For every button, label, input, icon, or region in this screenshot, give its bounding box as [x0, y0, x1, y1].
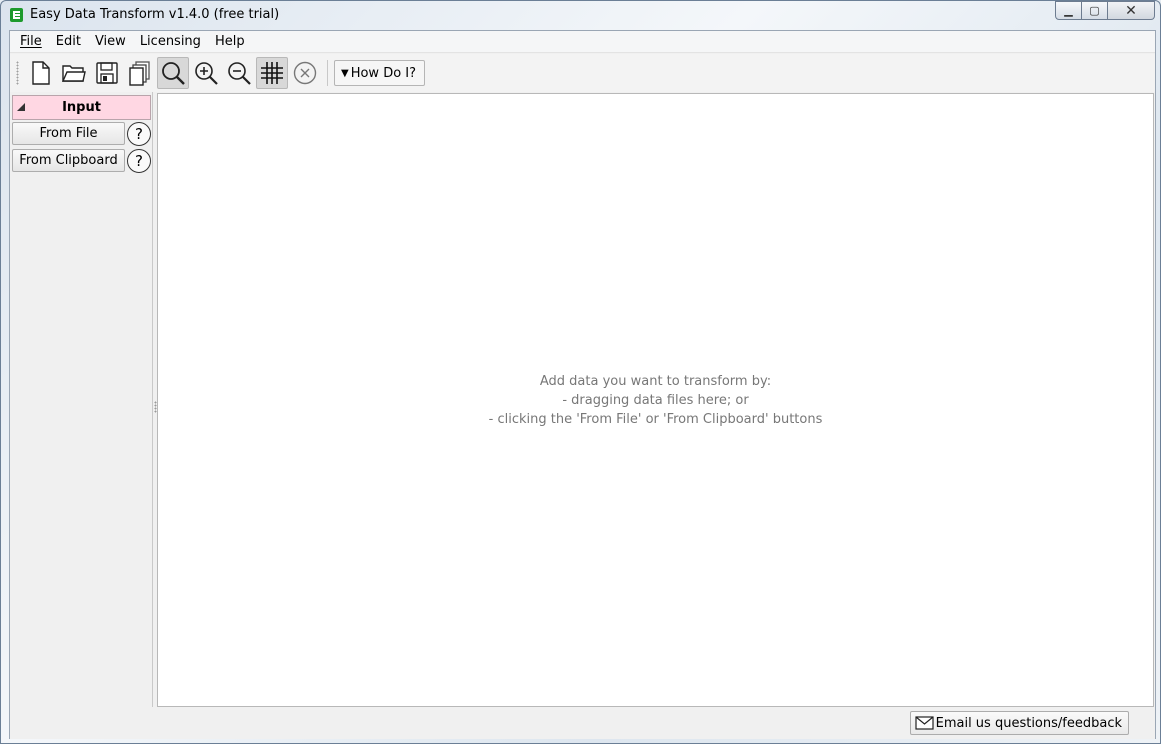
zoom-fit-icon: [162, 62, 185, 85]
save-button[interactable]: [91, 57, 123, 89]
title-bar[interactable]: Easy Data Transform v1.4.0 (free trial) …: [1, 1, 1160, 29]
close-button[interactable]: ✕: [1108, 1, 1155, 20]
from-clipboard-button[interactable]: From Clipboard: [12, 149, 125, 172]
input-section-label: Input: [62, 100, 101, 115]
hint-line: Add data you want to transform by:: [539, 374, 772, 389]
maximize-button[interactable]: ▢: [1082, 1, 1108, 20]
client-area: File Edit View Licensing Help ▼ How Do I…: [9, 30, 1156, 739]
menu-bar: File Edit View Licensing Help: [10, 31, 1155, 53]
menu-help[interactable]: Help: [215, 34, 245, 49]
maximize-icon: ▢: [1089, 4, 1100, 17]
duplicate-icon: [129, 61, 150, 86]
email-feedback-label: Email us questions/feedback: [935, 715, 1122, 731]
window-title: Easy Data Transform v1.4.0 (free trial): [30, 7, 280, 22]
clear-icon: [293, 61, 317, 85]
save-icon: [96, 62, 118, 84]
zoom-in-icon: [195, 62, 218, 85]
app-window: Easy Data Transform v1.4.0 (free trial) …: [0, 0, 1161, 744]
zoom-fit-button[interactable]: [157, 57, 189, 89]
from-clipboard-help-icon[interactable]: ?: [127, 149, 151, 173]
app-logo-icon: [10, 8, 23, 22]
hint-line: - dragging data files here; or: [562, 393, 749, 408]
how-do-i-button[interactable]: ▼ How Do I?: [334, 60, 426, 86]
canvas-hint: Add data you want to transform by: - dra…: [158, 372, 1153, 429]
toolbar-separator: [327, 60, 328, 86]
dropdown-arrow-icon: ▼: [341, 67, 349, 79]
grid-button[interactable]: [256, 57, 288, 89]
input-panel: Input From File ? From Clipboard ?: [10, 92, 153, 707]
mail-icon: [915, 716, 934, 730]
window-controls: ▁ ▢ ✕: [1055, 1, 1155, 20]
collapse-triangle-icon[interactable]: [17, 103, 25, 111]
input-section-header[interactable]: Input: [12, 95, 151, 120]
menu-licensing[interactable]: Licensing: [140, 34, 201, 49]
toolbar-grip[interactable]: [16, 61, 19, 85]
open-folder-icon: [61, 65, 86, 82]
new-button[interactable]: [25, 57, 57, 89]
grid-icon: [261, 62, 283, 84]
minimize-icon: ▁: [1064, 4, 1073, 17]
status-bar: Email us questions/feedback: [10, 708, 1155, 739]
hint-line: - clicking the 'From File' or 'From Clip…: [488, 412, 823, 427]
menu-edit[interactable]: Edit: [56, 34, 81, 49]
close-icon: ✕: [1125, 2, 1137, 19]
zoom-in-button[interactable]: [190, 57, 222, 89]
zoom-out-icon: [228, 62, 251, 85]
how-do-i-label: How Do I?: [350, 65, 417, 81]
menu-file[interactable]: File: [20, 34, 42, 49]
from-file-button[interactable]: From File: [12, 122, 125, 145]
zoom-out-button[interactable]: [223, 57, 255, 89]
menu-view[interactable]: View: [95, 34, 126, 49]
toolbar: ▼ How Do I?: [10, 54, 1155, 92]
clear-button[interactable]: [289, 57, 321, 89]
from-file-help-icon[interactable]: ?: [127, 122, 151, 146]
duplicate-button[interactable]: [124, 57, 156, 89]
new-file-icon: [32, 61, 50, 85]
minimize-button[interactable]: ▁: [1055, 1, 1082, 20]
transform-canvas[interactable]: Add data you want to transform by: - dra…: [157, 93, 1154, 707]
email-feedback-button[interactable]: Email us questions/feedback: [909, 711, 1129, 735]
open-button[interactable]: [58, 57, 90, 89]
